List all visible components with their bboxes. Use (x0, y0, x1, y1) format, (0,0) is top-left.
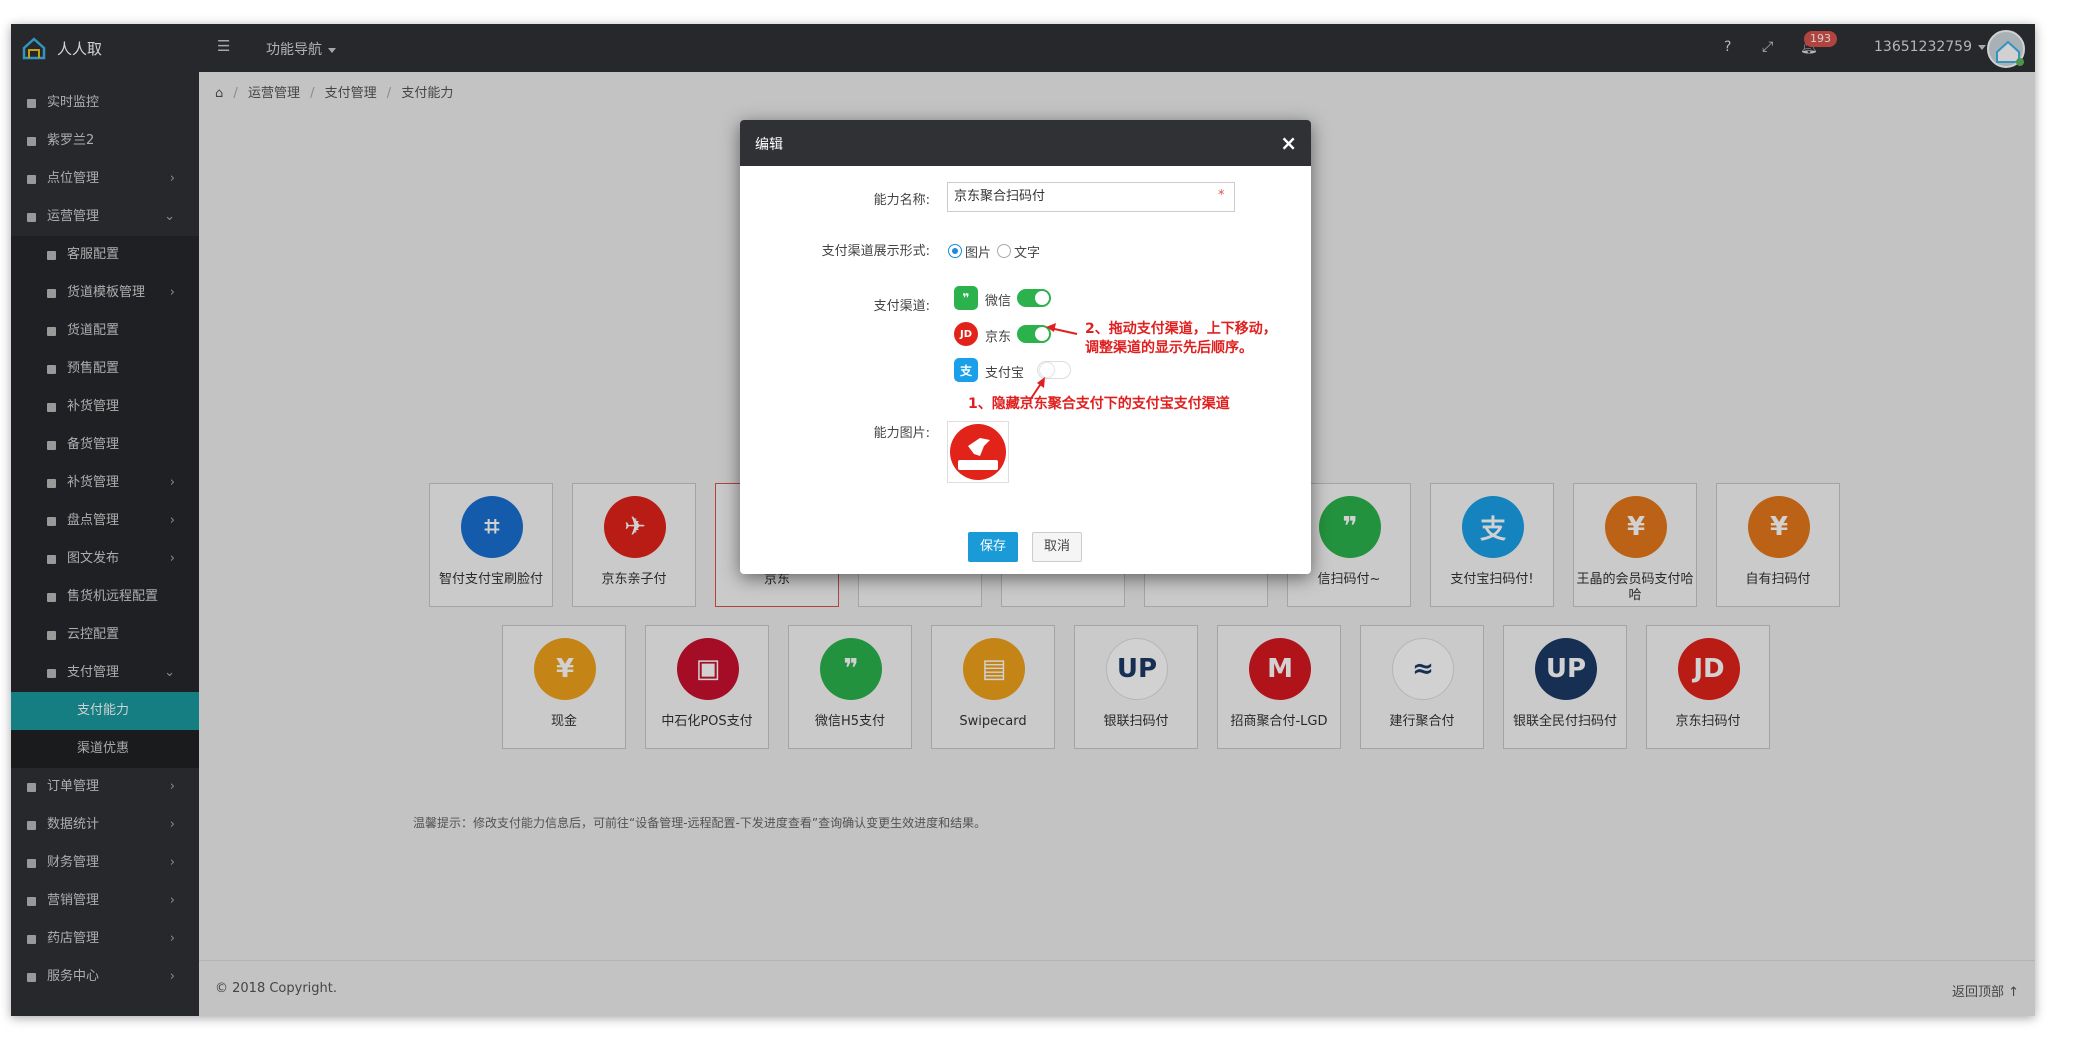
annotation-hide-alipay: 1、隐藏京东聚合支付下的支付宝支付渠道 (968, 396, 1230, 412)
annotation-reorder: 2、拖动支付渠道，上下移动， 调整渠道的显示先后顺序。 (1085, 321, 1277, 356)
app-window: 实时监控 紫罗兰2 点位管理 › 运营管理 ⌄ 客服配置 货道模板管理 › 货道配置 预售配置 补货管… (11, 24, 2035, 1016)
cancel-button[interactable]: 取消 (1032, 532, 1082, 562)
save-button[interactable]: 保存 (968, 532, 1018, 562)
jd-dog-logo-icon (950, 424, 1006, 480)
image-label: 能力图片: (873, 426, 930, 441)
capability-image[interactable] (947, 421, 1009, 483)
edit-modal: 编辑 × 能力名称: 京东聚合扫码付 * 支付渠道展示形式: 图片 文字 支付渠… (740, 120, 1311, 574)
